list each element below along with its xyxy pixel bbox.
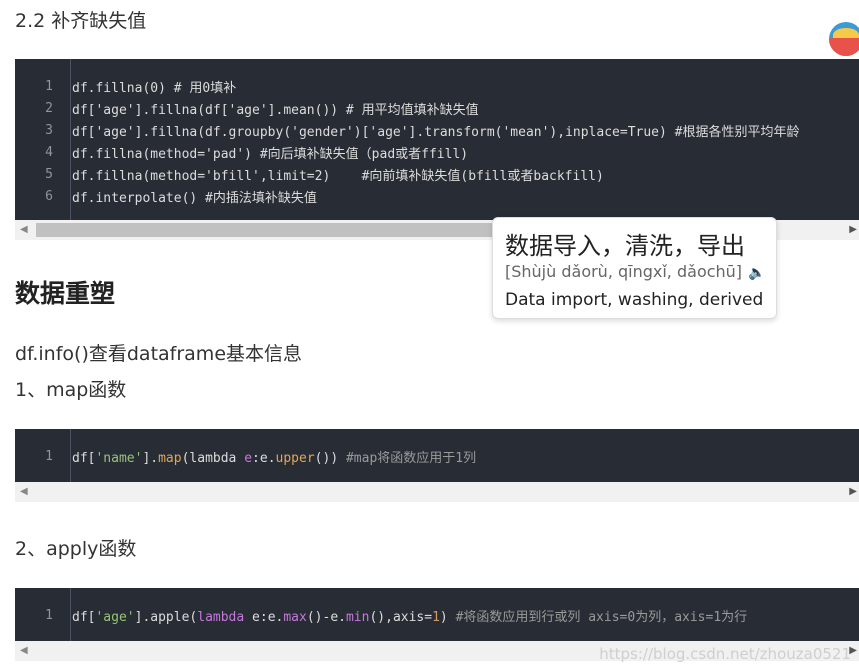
code-line: df['age'].fillna(df['age'].mean()) # 用平均…: [72, 103, 479, 118]
translation-popup: 数据导入，清洗，导出 [Shùjù dǎorù, qīngxǐ, dǎochū]…: [492, 217, 777, 319]
avatar[interactable]: [829, 22, 859, 56]
code-line: df.fillna(0) # 用0填补: [72, 81, 237, 96]
scroll-left-icon[interactable]: ◀: [20, 645, 28, 656]
code-block-map: 1 df['name'].map(lambda e:e.upper()) #ma…: [15, 429, 859, 482]
watermark: https://blog.csdn.net/zhouza0521: [599, 645, 851, 663]
line-number: 5: [45, 167, 53, 182]
paragraph-info: df.info()查看dataframe基本信息: [15, 343, 303, 365]
popup-translation: Data import, washing, derived: [505, 290, 764, 310]
line-number: 4: [45, 145, 53, 160]
line-number: 3: [45, 123, 53, 138]
code-block-apply: 1 df['age'].apple(lambda e:e.max()-e.min…: [15, 588, 859, 641]
line-number: 2: [45, 101, 53, 116]
code-block-fillna: 1 2 3 4 5 6 df.fillna(0) # 用0填补 df['age'…: [15, 59, 859, 220]
line-number: 1: [45, 79, 53, 94]
code-line: df.interpolate() #内插法填补缺失值: [72, 191, 317, 206]
horizontal-scrollbar[interactable]: ◀ ▶: [15, 482, 859, 502]
scroll-right-icon[interactable]: ▶: [849, 486, 857, 497]
scroll-left-icon[interactable]: ◀: [20, 486, 28, 497]
code-line: df['age'].apple(lambda e:e.max()-e.min()…: [72, 610, 748, 625]
scroll-left-icon[interactable]: ◀: [20, 224, 28, 235]
popup-pinyin: [Shùjù dǎorù, qīngxǐ, dǎochū] 🔈: [505, 262, 766, 281]
line-number: 1: [45, 449, 53, 464]
scroll-right-icon[interactable]: ▶: [849, 224, 857, 235]
scroll-thumb[interactable]: [36, 223, 506, 237]
line-number: 6: [45, 189, 53, 204]
section-heading-fill-missing: 2.2 补齐缺失值: [15, 10, 147, 32]
code-line: df['name'].map(lambda e:e.upper()) #map将…: [72, 451, 477, 466]
paragraph-map: 1、map函数: [15, 379, 127, 401]
code-line: df.fillna(method='bfill',limit=2) #向前填补缺…: [72, 169, 604, 184]
speaker-icon[interactable]: 🔈: [748, 265, 765, 281]
heading-data-reshape: 数据重塑: [15, 279, 116, 308]
code-line: df['age'].fillna(df.groupby('gender')['a…: [72, 125, 800, 140]
popup-word: 数据导入，清洗，导出: [505, 232, 745, 260]
line-number: 1: [45, 608, 53, 623]
code-line: df.fillna(method='pad') #向后填补缺失值（pad或者ff…: [72, 147, 469, 162]
paragraph-apply: 2、apply函数: [15, 538, 137, 560]
